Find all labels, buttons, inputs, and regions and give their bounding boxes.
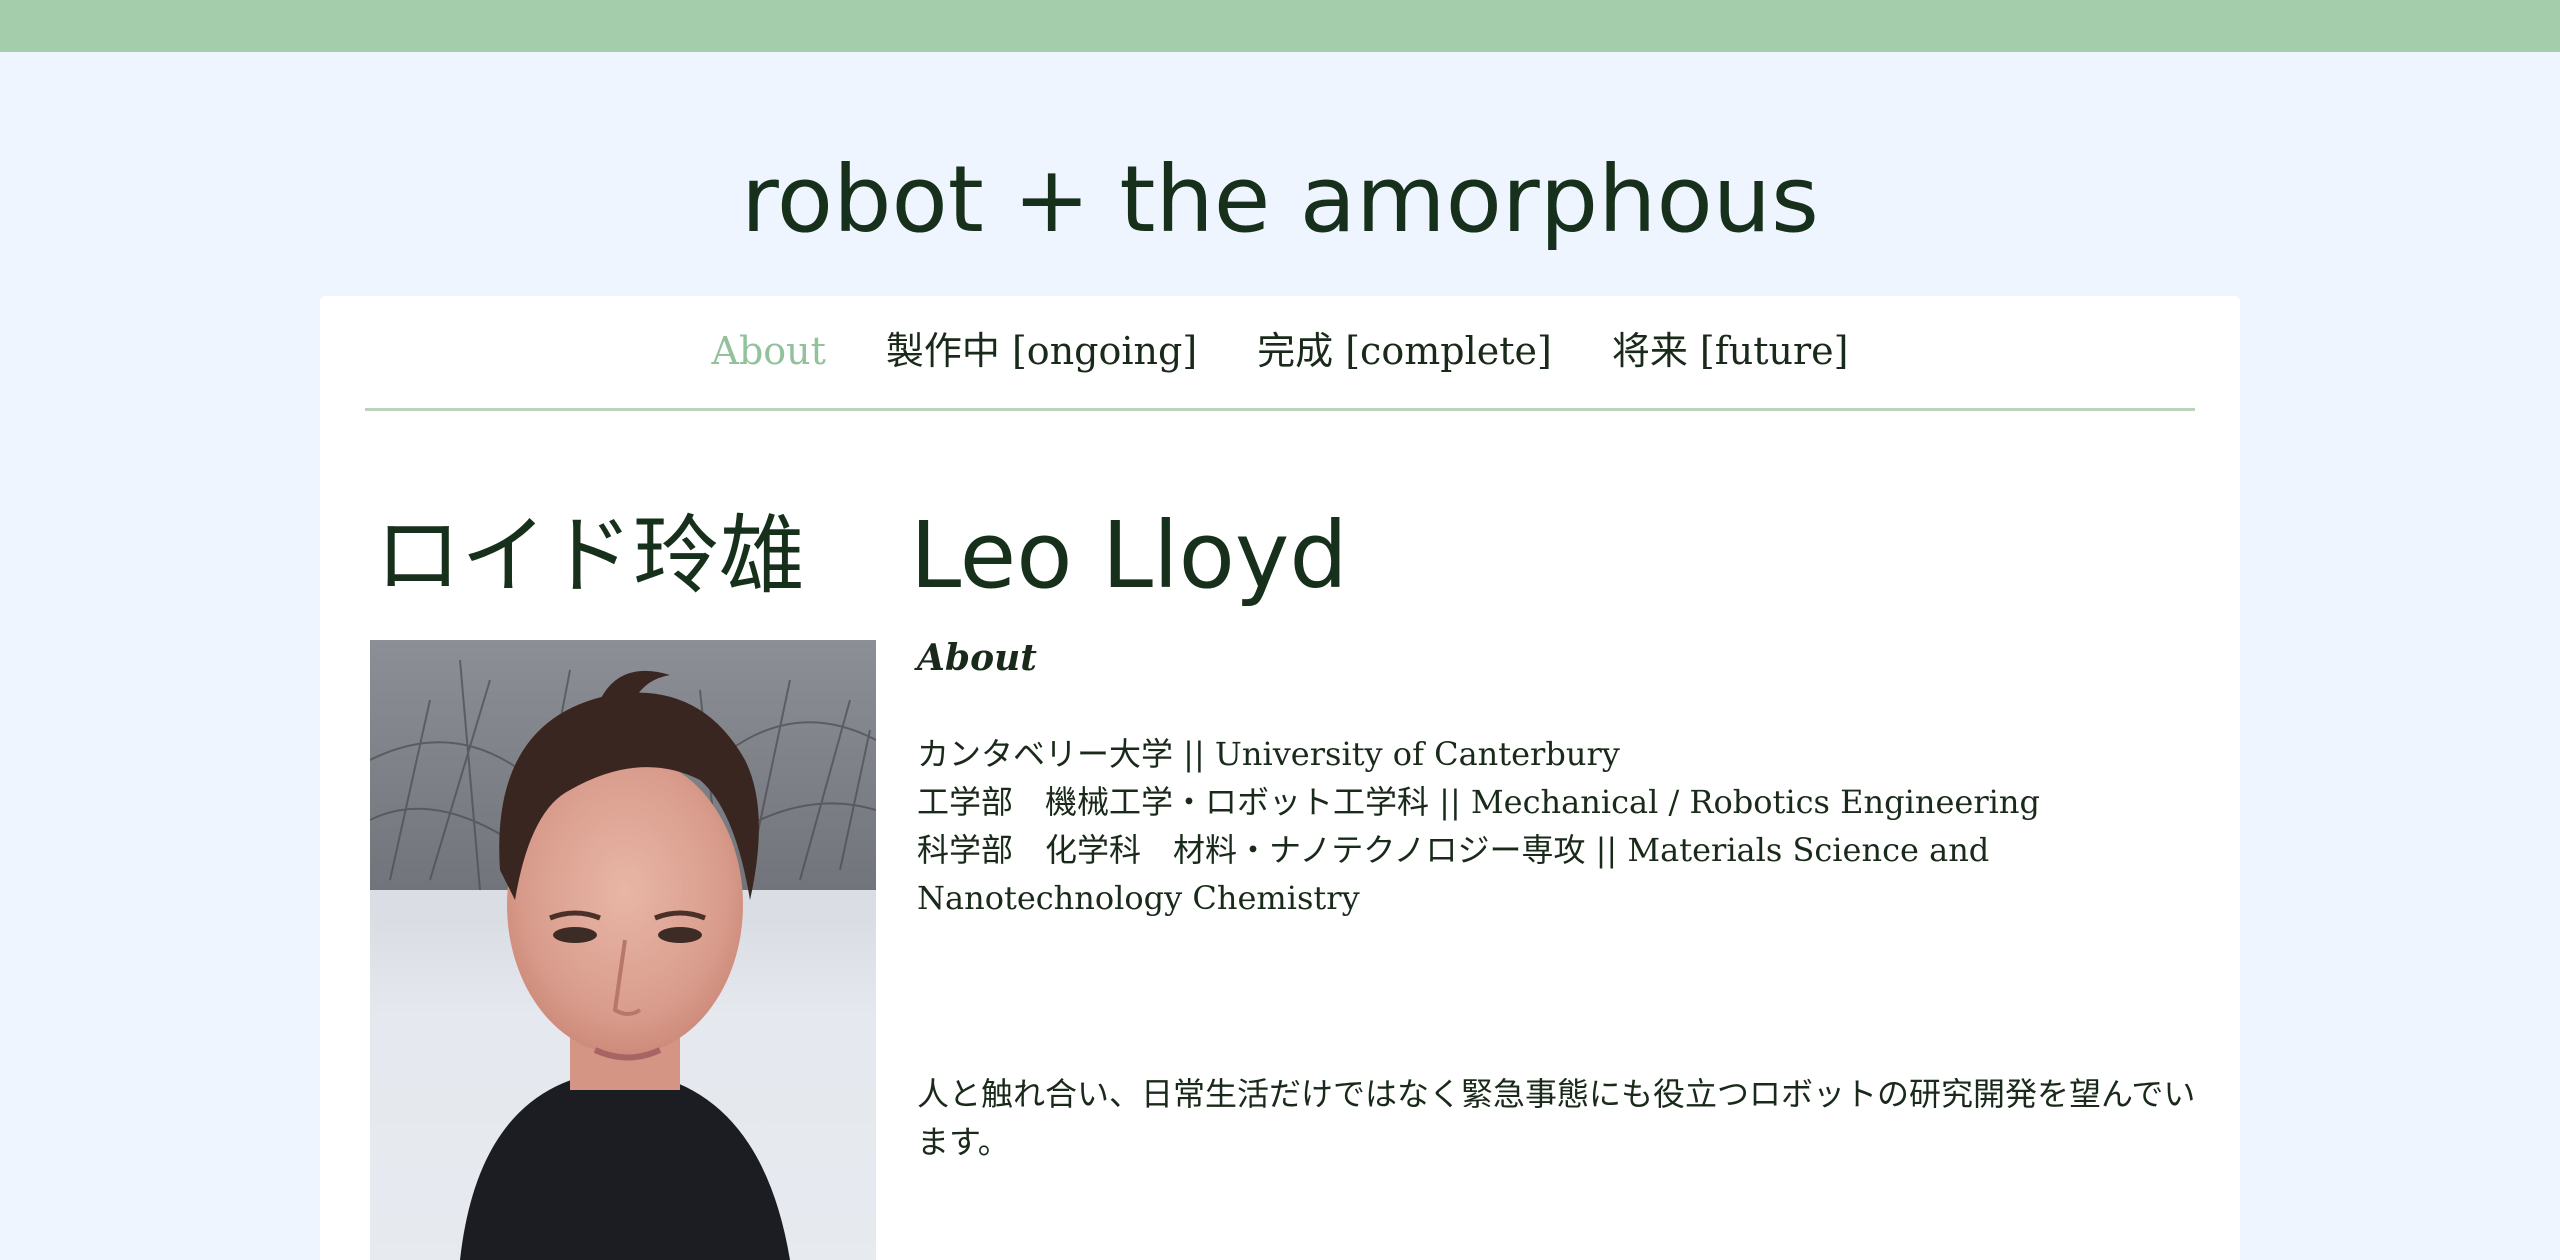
about-label: About (917, 637, 1037, 679)
nav-item-about[interactable]: About (712, 326, 826, 376)
name-english: Leo Lloyd (910, 502, 1348, 609)
site-title[interactable]: robot + the amorphous (0, 140, 2560, 260)
nav-item-future[interactable]: 将来 [future] (1612, 326, 1849, 376)
nav-item-complete[interactable]: 完成 [complete] (1257, 326, 1552, 376)
nav-item-ongoing[interactable]: 製作中 [ongoing] (886, 326, 1197, 376)
top-bar (0, 0, 2560, 52)
portrait-photo (370, 640, 876, 1260)
content-card: About 製作中 [ongoing] 完成 [complete] 将来 [fu… (320, 296, 2240, 1260)
tagline: 人と触れ合い、日常生活だけではなく緊急事態にも役立つロボットの研究開発を望んでい… (917, 1075, 2196, 1161)
info-university: カンタベリー大学 || University of Canterbury (917, 735, 1620, 773)
info-engineering: 工学部 機械工学・ロボット工学科 || Mechanical / Robotic… (917, 783, 2040, 821)
profile-content: About カンタベリー大学 || University of Canterbu… (917, 634, 2207, 1166)
name-japanese: ロイド玲雄 (375, 506, 805, 606)
info-science: 科学部 化学科 材料・ナノテクノロジー専攻 || Materials Scien… (917, 831, 1990, 917)
main-nav: About 製作中 [ongoing] 完成 [complete] 将来 [fu… (365, 326, 2195, 411)
